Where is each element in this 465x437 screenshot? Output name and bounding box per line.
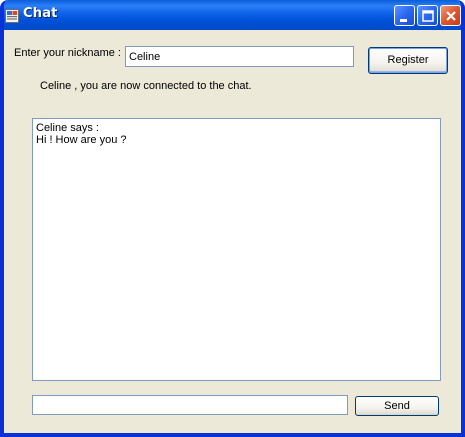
chat-message-line: Celine says : bbox=[36, 122, 99, 134]
minimize-button[interactable] bbox=[394, 5, 415, 26]
chat-message-line: Hi ! How are you ? bbox=[36, 134, 127, 146]
close-button[interactable] bbox=[440, 5, 461, 26]
chat-messages[interactable]: Celine says : Hi ! How are you ? bbox=[32, 118, 441, 381]
register-button[interactable]: Register bbox=[368, 47, 448, 74]
connection-status: Celine , you are now connected to the ch… bbox=[40, 80, 252, 92]
title-bar[interactable]: Chat bbox=[4, 0, 461, 30]
close-icon bbox=[446, 11, 456, 21]
minimize-icon bbox=[400, 19, 407, 22]
chat-window: Chat Enter your nickname : Register Celi… bbox=[0, 0, 465, 437]
message-input[interactable] bbox=[32, 395, 348, 415]
chat-app-icon[interactable] bbox=[5, 8, 19, 23]
send-button[interactable]: Send bbox=[355, 396, 439, 416]
maximize-button[interactable] bbox=[417, 5, 438, 26]
maximize-icon bbox=[422, 10, 434, 22]
nickname-label: Enter your nickname : bbox=[14, 47, 121, 59]
window-title: Chat bbox=[23, 6, 58, 21]
nickname-input[interactable] bbox=[125, 46, 354, 67]
